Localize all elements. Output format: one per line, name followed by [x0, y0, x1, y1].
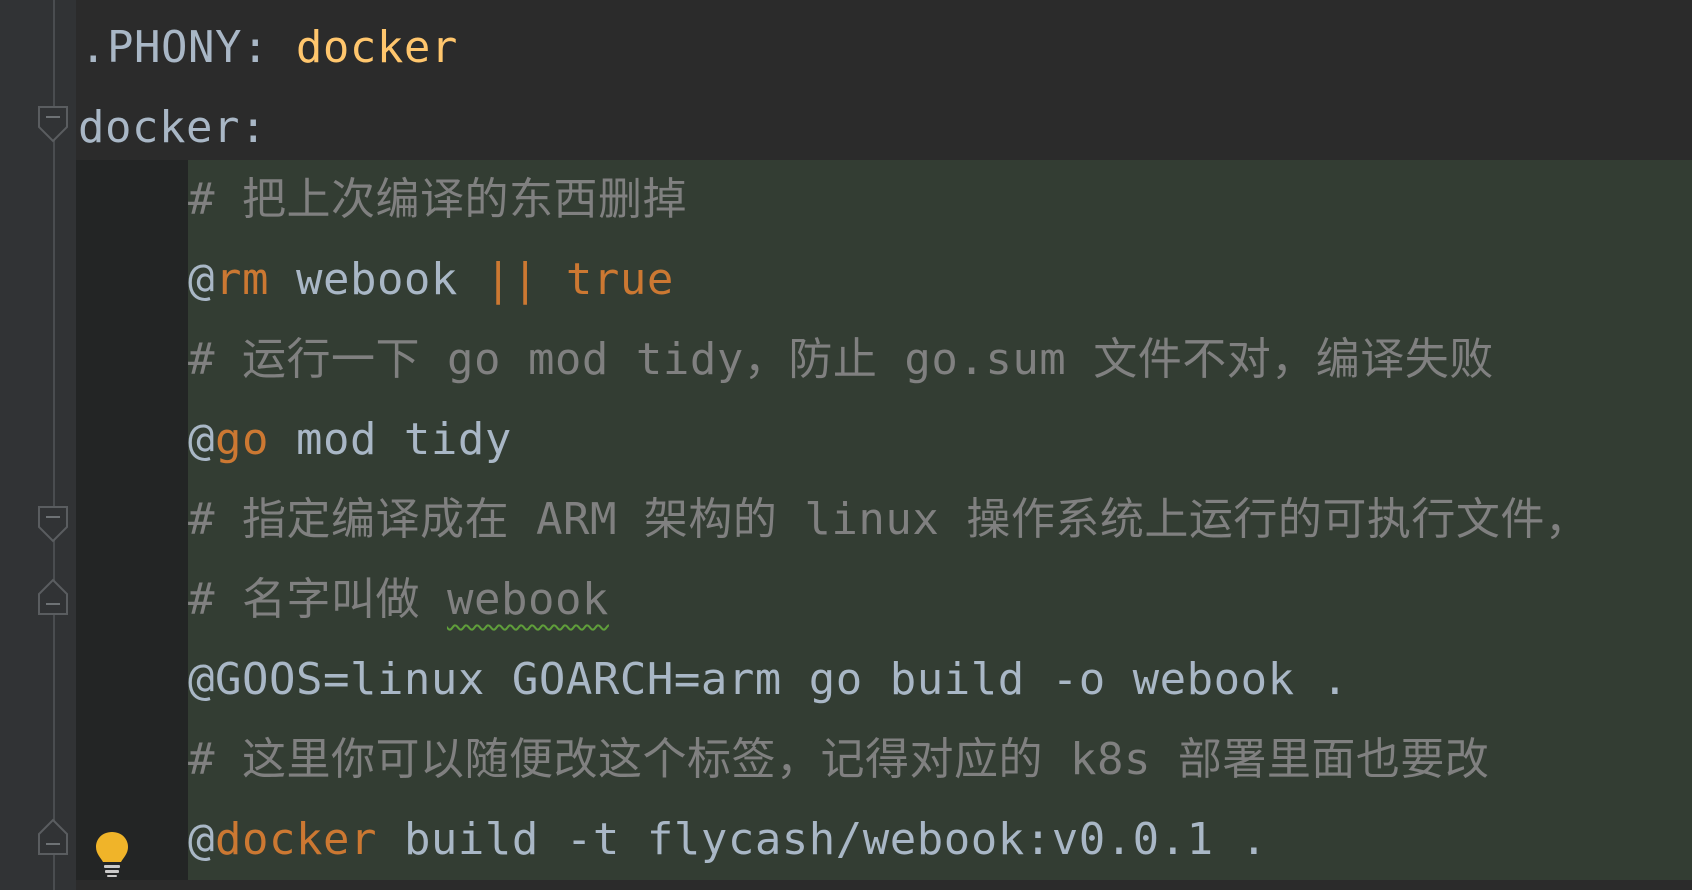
- target-name: docker:: [78, 102, 267, 153]
- code-text: # 把上次编译的东西删掉: [188, 172, 687, 228]
- silent-prefix: @: [188, 654, 215, 705]
- comment-text: # 这里你可以随便改这个标签，记得对应的 k8s 部署里面也要改: [188, 734, 1490, 785]
- code-line-4[interactable]: @rm webook || true: [0, 240, 1692, 320]
- code-text: docker:: [78, 100, 267, 156]
- silent-prefix: @: [188, 814, 215, 865]
- code-text: @rm webook || true: [188, 252, 674, 308]
- command-name: docker: [215, 814, 377, 865]
- comment-text: # 指定编译成在 ARM 架构的 linux 操作系统上运行的可执行文件，: [188, 494, 1590, 545]
- code-line-1[interactable]: .PHONY: docker: [0, 8, 1692, 88]
- code-text: @go mod tidy: [188, 412, 512, 468]
- code-line-8[interactable]: # 名字叫做 webook: [0, 560, 1692, 640]
- lightbulb-icon[interactable]: [94, 830, 130, 878]
- fold-collapse-icon[interactable]: [37, 505, 69, 543]
- phony-keyword: .PHONY:: [80, 22, 296, 73]
- comment-text: # 名字叫做: [188, 574, 447, 625]
- command-name: go: [215, 414, 269, 465]
- comment-text: # 把上次编译的东西删掉: [188, 174, 687, 225]
- code-text: # 这里你可以随便改这个标签，记得对应的 k8s 部署里面也要改: [188, 732, 1489, 788]
- code-line-3[interactable]: # 把上次编译的东西删掉: [0, 160, 1692, 240]
- code-text: @GOOS=linux GOARCH=arm go build -o weboo…: [188, 652, 1349, 708]
- code-text: @docker build -t flycash/webook:v0.0.1 .: [188, 812, 1268, 868]
- silent-prefix: @: [188, 254, 215, 305]
- argument: mod tidy: [268, 414, 512, 465]
- build-command: GOOS=linux GOARCH=arm go build -o webook…: [215, 654, 1349, 705]
- command-name: rm: [215, 254, 269, 305]
- argument: build -t flycash/webook:v0.0.1 .: [376, 814, 1268, 865]
- operator: ||: [484, 254, 539, 305]
- code-line-5[interactable]: # 运行一下 go mod tidy，防止 go.sum 文件不对，编译失败: [0, 320, 1692, 400]
- code-line-7[interactable]: # 指定编译成在 ARM 架构的 linux 操作系统上运行的可执行文件，: [0, 480, 1692, 560]
- code-line-11[interactable]: @docker build -t flycash/webook:v0.0.1 .: [0, 800, 1692, 880]
- fold-end-icon[interactable]: [37, 578, 69, 616]
- code-line-9[interactable]: @GOOS=linux GOARCH=arm go build -o weboo…: [0, 640, 1692, 720]
- code-line-10[interactable]: # 这里你可以随便改这个标签，记得对应的 k8s 部署里面也要改: [0, 720, 1692, 800]
- code-text: # 运行一下 go mod tidy，防止 go.sum 文件不对，编译失败: [188, 332, 1494, 388]
- argument: webook: [268, 254, 485, 305]
- code-text: # 名字叫做 webook: [188, 572, 609, 628]
- code-text: # 指定编译成在 ARM 架构的 linux 操作系统上运行的可执行文件，: [188, 492, 1589, 548]
- fold-end-icon[interactable]: [37, 818, 69, 856]
- code-line-6[interactable]: @go mod tidy: [0, 400, 1692, 480]
- phony-target: docker: [295, 22, 458, 73]
- spellcheck-typo[interactable]: webook: [447, 574, 609, 625]
- code-text: .PHONY: docker: [80, 20, 458, 76]
- code-line-2[interactable]: docker:: [0, 88, 1692, 168]
- command-name: true: [565, 254, 674, 305]
- code-editor[interactable]: .PHONY: docker docker: # 把上次编译的东西删掉 @rm …: [0, 0, 1692, 890]
- comment-text: # 运行一下 go mod tidy，防止 go.sum 文件不对，编译失败: [188, 334, 1494, 385]
- silent-prefix: @: [188, 414, 215, 465]
- fold-collapse-icon[interactable]: [37, 105, 69, 143]
